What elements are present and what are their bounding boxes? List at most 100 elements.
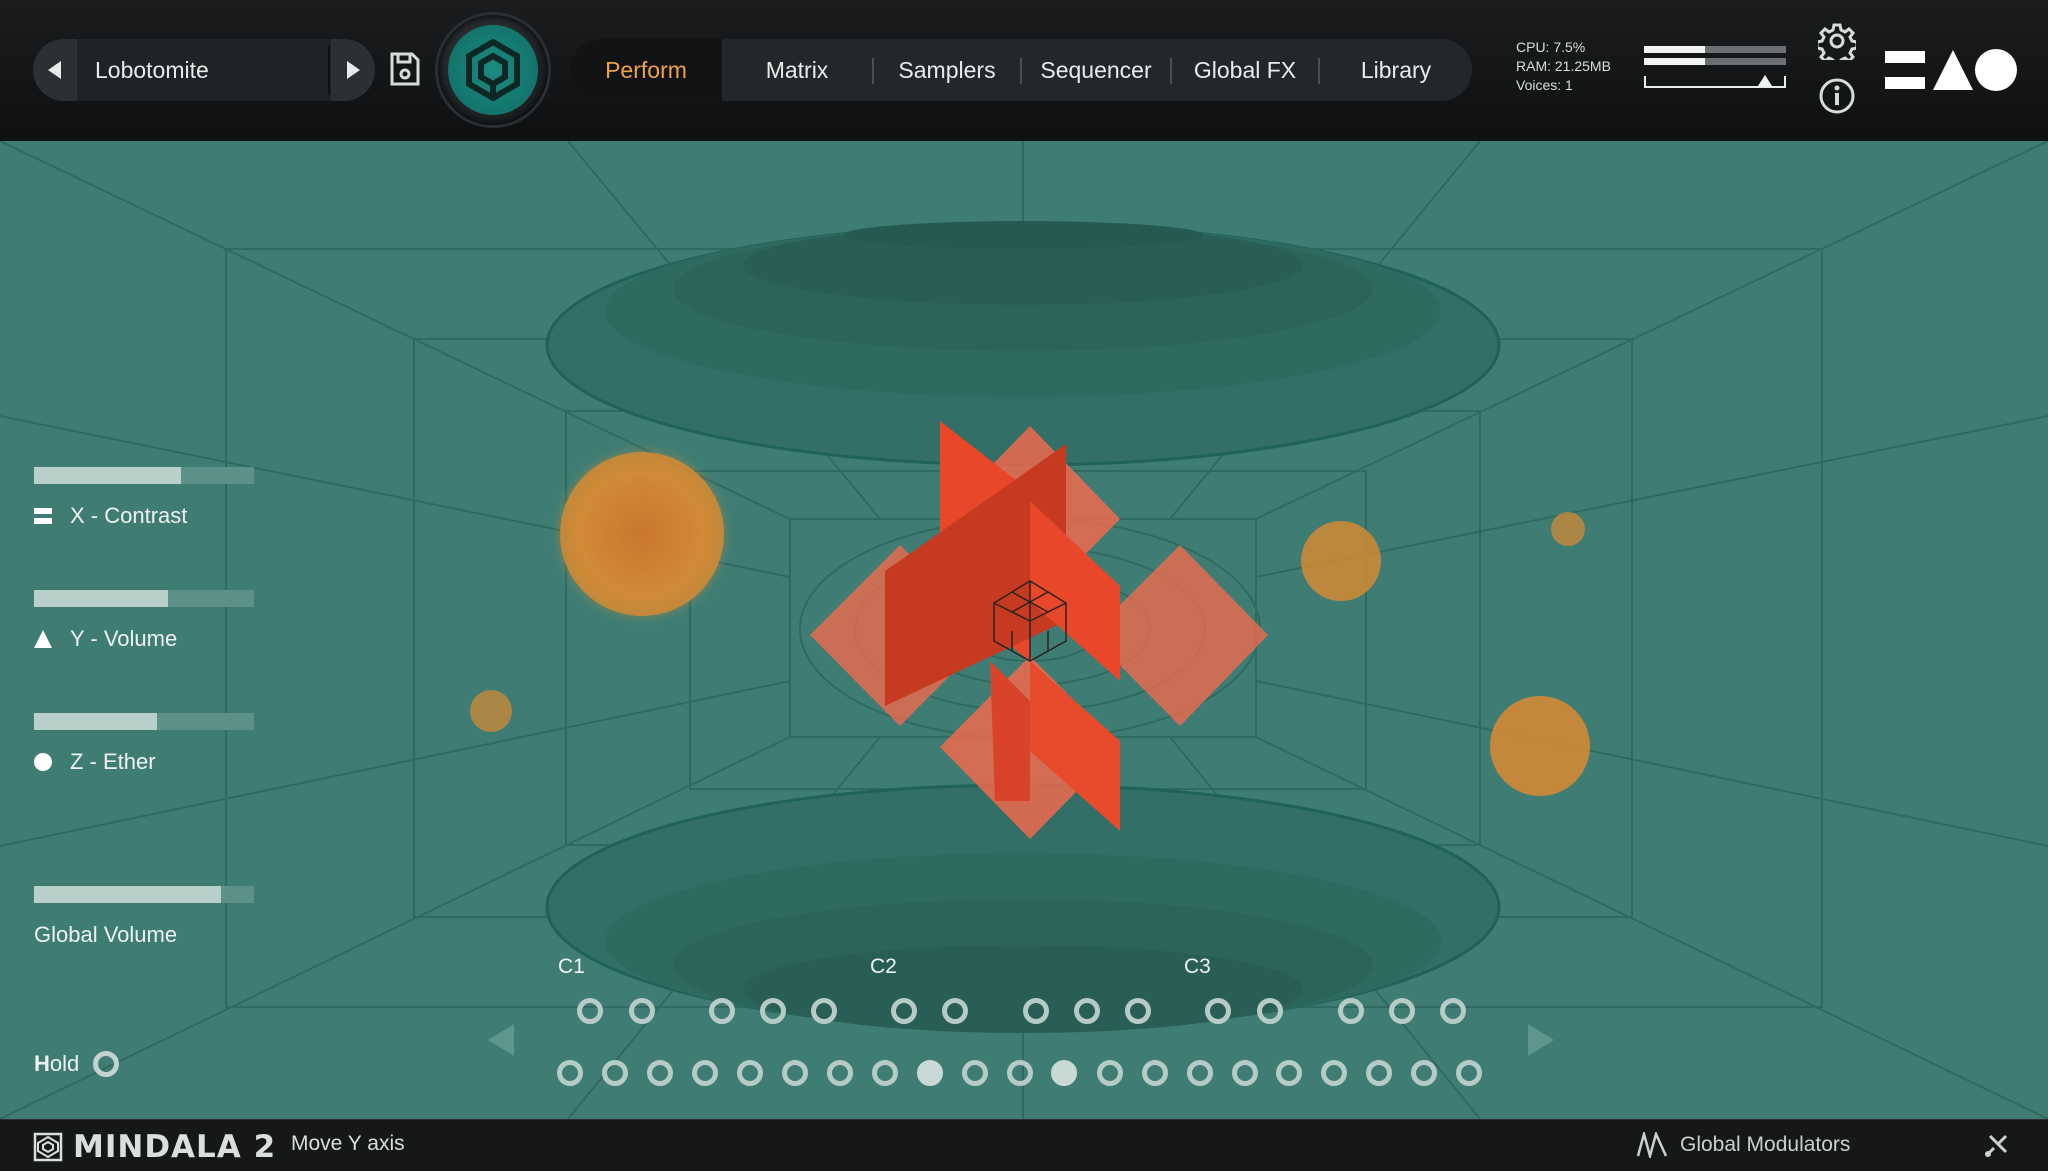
- keyboard-key[interactable]: [760, 998, 786, 1024]
- caret-left-icon: [48, 61, 61, 79]
- keyboard-key[interactable]: [1257, 998, 1283, 1024]
- keyboard-key[interactable]: [1366, 1060, 1392, 1086]
- keyboard-key[interactable]: [942, 998, 968, 1024]
- octave-label: C3: [1184, 955, 1211, 978]
- circle-icon: [34, 753, 52, 771]
- keyboard-key[interactable]: [1051, 1060, 1077, 1086]
- keyboard-key[interactable]: [1440, 998, 1466, 1024]
- preset-name[interactable]: Lobotomite: [95, 39, 209, 101]
- keyboard-key[interactable]: [577, 998, 603, 1024]
- brand-shapes-logo: [1885, 48, 2017, 92]
- keyboard-key[interactable]: [647, 1060, 673, 1086]
- z-ether-slider[interactable]: [34, 713, 254, 730]
- tab-sequencer[interactable]: Sequencer: [1022, 39, 1170, 101]
- gear-icon: [1815, 23, 1859, 67]
- info-button[interactable]: [1818, 77, 1856, 115]
- brand-wordmark: MINDALA 2: [73, 1129, 277, 1165]
- meter-bar-left: [1644, 46, 1786, 53]
- keyboard-key[interactable]: [1074, 998, 1100, 1024]
- keyboard-key[interactable]: [1389, 998, 1415, 1024]
- keyboard-key[interactable]: [962, 1060, 988, 1086]
- keyboard-key[interactable]: [1125, 998, 1151, 1024]
- keyboard-key[interactable]: [1411, 1060, 1437, 1086]
- keyboard-key[interactable]: [1338, 998, 1364, 1024]
- equals-icon: [34, 508, 52, 524]
- global-modulators-button[interactable]: Global Modulators: [1636, 1132, 1850, 1158]
- top-disc: [545, 221, 1501, 467]
- x-contrast-slider[interactable]: [34, 467, 254, 484]
- disconnect-icon[interactable]: [1980, 1130, 2012, 1162]
- xyz-space-visual: [0, 141, 2048, 1119]
- keyboard-key[interactable]: [1023, 998, 1049, 1024]
- param-label: Global Volume: [34, 922, 178, 947]
- meter-bar-right: [1644, 58, 1786, 65]
- hold-label: Hold: [34, 1051, 80, 1076]
- octave-up-button[interactable]: [1526, 1022, 1556, 1058]
- hexagon-logo-icon: [466, 39, 520, 101]
- keyboard-key[interactable]: [1142, 1060, 1168, 1086]
- keyboard-key[interactable]: [1456, 1060, 1482, 1086]
- settings-button[interactable]: [1815, 22, 1859, 67]
- info-icon: [1819, 78, 1855, 114]
- octave-label: C1: [558, 955, 585, 978]
- keyboard-key[interactable]: [737, 1060, 763, 1086]
- keyboard-key[interactable]: [891, 998, 917, 1024]
- save-preset-button[interactable]: [388, 50, 422, 88]
- save-icon: [390, 52, 420, 86]
- meter-fill: [1644, 46, 1706, 53]
- cpu-readout: CPU: 7.5%: [1516, 39, 1586, 55]
- octave-down-button[interactable]: [486, 1022, 516, 1058]
- keyboard-key[interactable]: [1232, 1060, 1258, 1086]
- next-preset-button[interactable]: [331, 39, 375, 101]
- global-volume-slider[interactable]: [34, 886, 254, 903]
- keyboard-key[interactable]: [872, 1060, 898, 1086]
- perform-stage[interactable]: X - Contrast Y - Volume Z - Ether Global…: [0, 141, 2048, 1119]
- keyboard-key[interactable]: [1187, 1060, 1213, 1086]
- keyboard-key[interactable]: [557, 1060, 583, 1086]
- tab-perform[interactable]: Perform: [570, 39, 722, 101]
- slider-fill: [34, 713, 158, 730]
- tab-library[interactable]: Library: [1320, 39, 1472, 101]
- global-modulators-label: Global Modulators: [1680, 1133, 1851, 1156]
- param-label: Y - Volume: [70, 626, 178, 651]
- keyboard-key[interactable]: [692, 1060, 718, 1086]
- app-window: Lobotomite Perform Matrix Samplers Seque…: [0, 0, 2048, 1171]
- preset-divider: [328, 45, 330, 95]
- ram-readout: RAM: 21.25MB: [1516, 58, 1611, 74]
- logo-knob[interactable]: [438, 15, 548, 125]
- tab-global-fx[interactable]: Global FX: [1172, 39, 1318, 101]
- top-bar: Lobotomite Perform Matrix Samplers Seque…: [0, 0, 2048, 142]
- keyboard-key[interactable]: [709, 998, 735, 1024]
- keyboard-key[interactable]: [811, 998, 837, 1024]
- keyboard-key[interactable]: [1321, 1060, 1347, 1086]
- main-tabs: Perform Matrix Samplers Sequencer Global…: [570, 39, 1472, 101]
- status-text: Move Y axis: [291, 1132, 405, 1155]
- keyboard-key[interactable]: [1205, 998, 1231, 1024]
- preset-selector: Lobotomite: [33, 39, 375, 101]
- keyboard-key[interactable]: [1097, 1060, 1123, 1086]
- prev-preset-button[interactable]: [33, 39, 77, 101]
- triangle-icon: [34, 630, 52, 648]
- output-meter[interactable]: [1644, 46, 1786, 92]
- keyboard-key[interactable]: [827, 1060, 853, 1086]
- keyboard-key[interactable]: [917, 1060, 943, 1086]
- meter-fill: [1644, 58, 1706, 65]
- brand: MINDALA 2: [33, 1129, 276, 1165]
- slider-fill: [34, 590, 169, 607]
- keyboard-key[interactable]: [1007, 1060, 1033, 1086]
- keyboard-key[interactable]: [1276, 1060, 1302, 1086]
- slider-fill: [34, 467, 182, 484]
- keyboard-key[interactable]: [602, 1060, 628, 1086]
- hold-toggle[interactable]: [93, 1051, 120, 1077]
- tab-samplers[interactable]: Samplers: [874, 39, 1020, 101]
- slider-fill: [34, 886, 221, 903]
- keyboard-key[interactable]: [782, 1060, 808, 1086]
- meter-marker[interactable]: [1757, 75, 1772, 86]
- tab-matrix[interactable]: Matrix: [722, 39, 872, 101]
- param-label: X - Contrast: [70, 503, 188, 528]
- voices-readout: Voices: 1: [1516, 77, 1573, 93]
- y-volume-slider[interactable]: [34, 590, 254, 607]
- keyboard-key[interactable]: [629, 998, 655, 1024]
- performance-stats: CPU: 7.5% RAM: 21.25MB Voices: 1: [1516, 38, 1611, 95]
- hold-control: Hold: [34, 1051, 120, 1077]
